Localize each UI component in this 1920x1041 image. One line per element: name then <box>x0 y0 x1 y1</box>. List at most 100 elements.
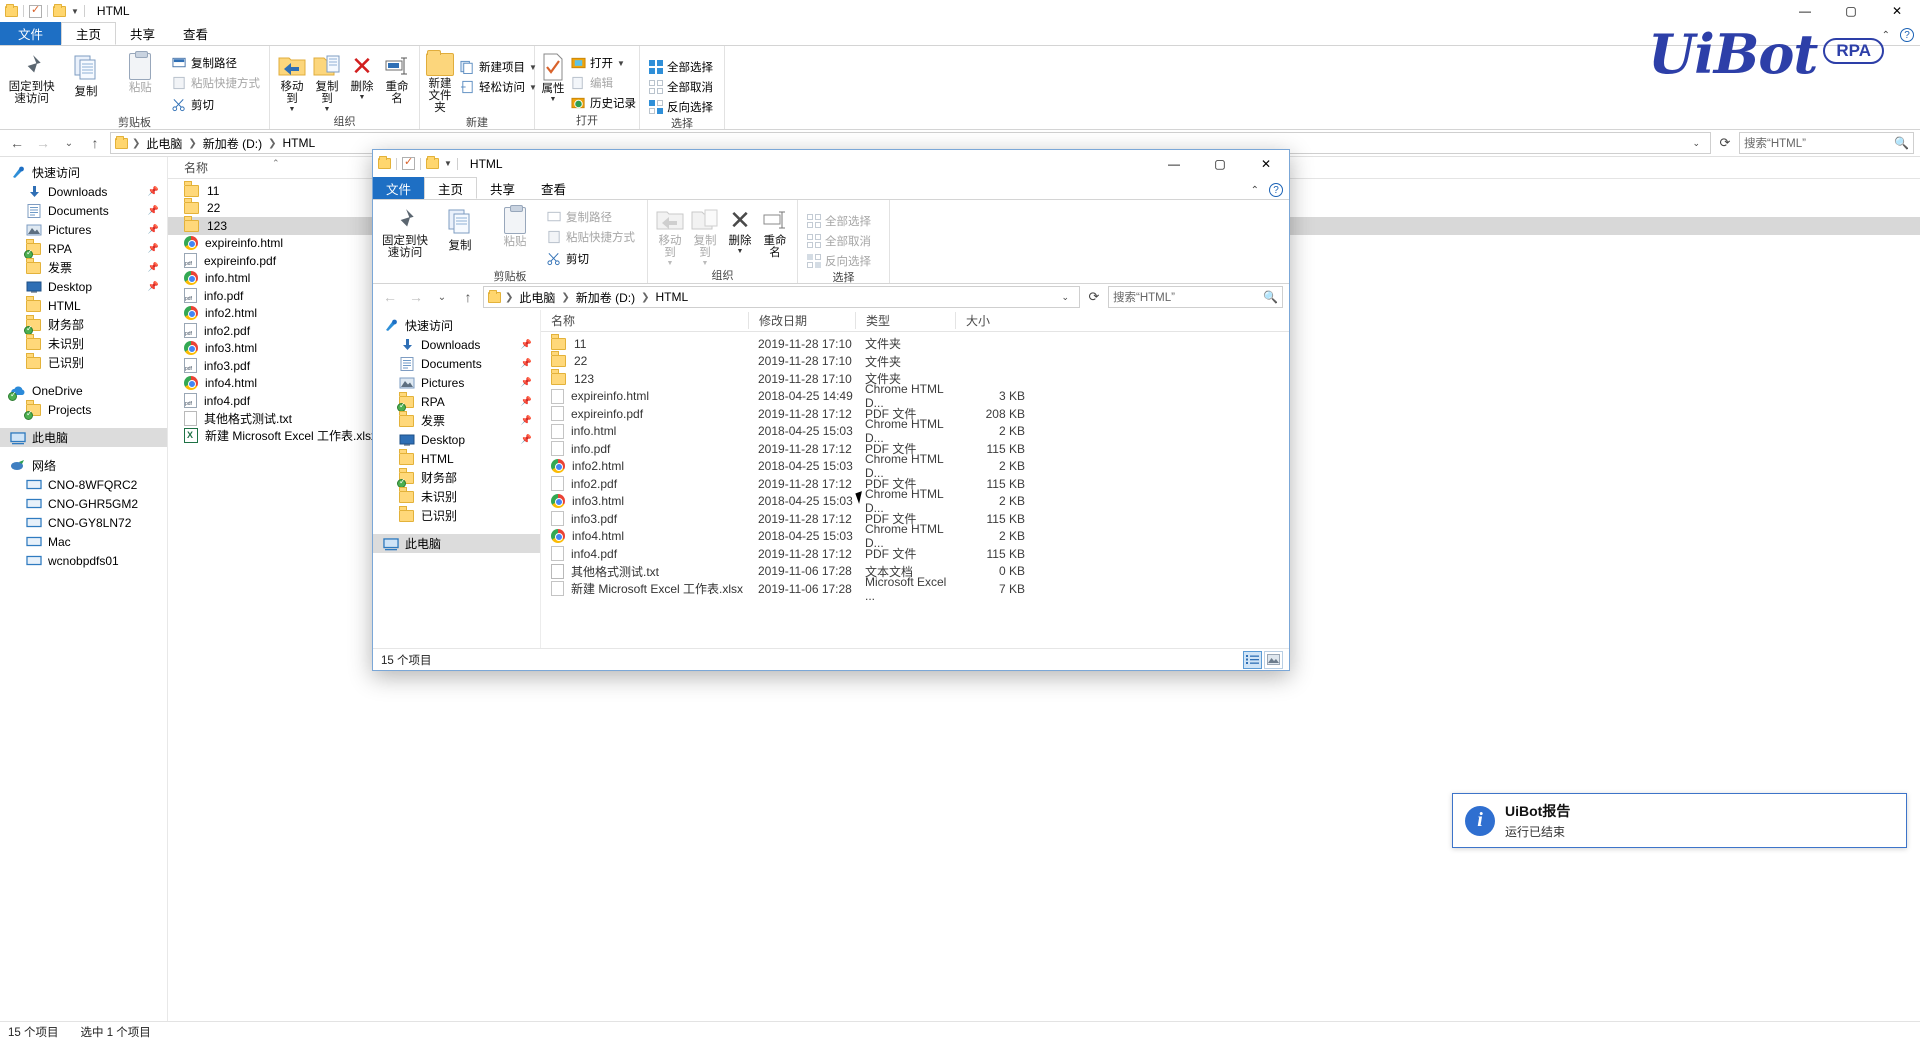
chevron-down-icon[interactable]: ▼ <box>550 96 557 103</box>
inner-tab-view[interactable]: 查看 <box>528 177 579 199</box>
chevron-down-icon[interactable]: ▼ <box>289 106 296 113</box>
pin-icon[interactable]: 📌 <box>148 262 159 273</box>
sidebar-item-mac[interactable]: Mac <box>0 532 167 551</box>
check-document-icon[interactable] <box>402 155 415 170</box>
table-row[interactable]: expireinfo.html 2018-04-25 14:49 Chrome HT… <box>541 382 1289 410</box>
chevron-down-icon[interactable]: ▼ <box>737 248 744 255</box>
table-row[interactable]: info3.html 2018-04-25 15:03 Chrome HTML D.… <box>541 487 1289 515</box>
inner-copy-to-button[interactable]: 复制到 ▼ <box>689 203 721 267</box>
sidebar-item-[interactable]: 已识别 <box>0 353 167 372</box>
inner-refresh-icon[interactable]: ⟳ <box>1084 286 1104 308</box>
inner-sidebar-item-pictures[interactable]: Pictures 📌 <box>373 373 540 392</box>
chevron-down-icon[interactable]: ▼ <box>324 106 331 113</box>
folder-icon[interactable] <box>53 3 66 17</box>
folder-icon[interactable] <box>5 3 18 17</box>
new-item-button[interactable]: 新建项目 ▼ <box>457 58 540 76</box>
inner-copy-path-button[interactable]: 复制路径 <box>544 208 638 226</box>
pin-icon[interactable]: 📌 <box>148 281 159 292</box>
pin-icon[interactable]: 📌 <box>521 415 532 426</box>
copy-path-button[interactable]: 复制路径 <box>169 54 263 72</box>
sidebar-item-[interactable]: 网络 <box>0 456 167 475</box>
inner-sidebar-item-desktop[interactable]: Desktop 📌 <box>373 430 540 449</box>
inner-column-header-date[interactable]: 修改日期 <box>748 312 855 329</box>
pin-icon[interactable]: 📌 <box>521 377 532 388</box>
table-row[interactable]: 新建 Microsoft Excel 工作表.xlsx 2019-11-06 17… <box>541 575 1289 603</box>
inner-copy-button[interactable]: 复制 <box>434 203 486 252</box>
folder-icon[interactable] <box>378 156 391 169</box>
sidebar-item-cno-8wfqrc2[interactable]: CNO-8WFQRC2 <box>0 475 167 494</box>
tab-file[interactable]: 文件 <box>0 22 62 45</box>
table-row[interactable]: info.html 2018-04-25 15:03 Chrome HTML D..… <box>541 417 1289 445</box>
inner-up-button[interactable]: ↑ <box>457 286 479 308</box>
inner-sidebar-item-[interactable]: 财务部 <box>373 468 540 488</box>
check-document-icon[interactable] <box>29 3 42 18</box>
chevron-down-icon[interactable]: ▼ <box>702 260 709 267</box>
back-button[interactable]: ← <box>6 132 28 154</box>
column-header-name[interactable]: 名称 <box>168 159 208 176</box>
select-all-button[interactable]: 全部选择 <box>646 58 716 76</box>
edit-button[interactable]: 编辑 <box>568 74 639 92</box>
tab-view[interactable]: 查看 <box>169 22 222 45</box>
inner-sidebar-item-html[interactable]: HTML <box>373 449 540 468</box>
inner-breadcrumb[interactable]: ❯ 此电脑 ❯ 新加卷 (D:) ❯ HTML ⌄ <box>483 286 1080 308</box>
paste-button[interactable]: 粘贴 <box>115 49 166 94</box>
sidebar-item-wcnobpdfs01[interactable]: wcnobpdfs01 <box>0 551 167 570</box>
sidebar-item-downloads[interactable]: Downloads 📌 <box>0 182 167 201</box>
inner-maximize-button[interactable]: ▢ <box>1197 150 1243 177</box>
inner-tab-file[interactable]: 文件 <box>373 177 425 199</box>
help-icon[interactable]: ? <box>1900 28 1914 42</box>
inner-sidebar-item-[interactable]: 已识别 <box>373 506 540 525</box>
sidebar-item-pictures[interactable]: Pictures 📌 <box>0 220 167 239</box>
open-button[interactable]: 打开 ▼ <box>568 54 639 72</box>
inner-paste-shortcut-button[interactable]: 粘贴快捷方式 <box>544 228 638 246</box>
tab-home[interactable]: 主页 <box>61 22 117 45</box>
table-row[interactable]: 22 2019-11-28 17:10 文件夹 <box>541 353 1289 371</box>
inner-pin-to-quick-access-button[interactable]: 固定到快 速访问 <box>379 203 431 259</box>
chevron-down-icon[interactable]: ⌄ <box>1061 292 1075 303</box>
refresh-icon[interactable]: ⟳ <box>1715 132 1735 154</box>
cut-button[interactable]: 剪切 <box>169 96 263 114</box>
invert-selection-button[interactable]: 反向选择 <box>646 98 716 116</box>
inner-column-header-size[interactable]: 大小 <box>955 312 1035 329</box>
copy-button[interactable]: 复制 <box>60 49 111 98</box>
pin-icon[interactable]: 📌 <box>148 205 159 216</box>
select-none-button[interactable]: 全部取消 <box>646 78 716 96</box>
tab-share[interactable]: 共享 <box>116 22 169 45</box>
new-folder-button[interactable]: 新建 文件夹 <box>426 49 454 114</box>
inner-invert-selection-button[interactable]: 反向选择 <box>804 252 874 270</box>
sidebar-item-[interactable]: 发票 📌 <box>0 258 167 277</box>
sidebar-item-cno-ghr5gm2[interactable]: CNO-GHR5GM2 <box>0 494 167 513</box>
chevron-down-icon[interactable]: ▼ <box>444 159 452 168</box>
table-row[interactable]: 11 2019-11-28 17:10 文件夹 <box>541 335 1289 353</box>
folder-icon[interactable] <box>426 156 439 169</box>
inner-select-all-button[interactable]: 全部选择 <box>804 212 874 230</box>
sidebar-item-[interactable]: 快速访问 <box>0 163 167 182</box>
close-button[interactable]: ✕ <box>1874 0 1920 22</box>
chevron-down-icon[interactable]: ⌄ <box>1692 138 1706 149</box>
pin-icon[interactable]: 📌 <box>148 243 159 254</box>
inner-tab-share[interactable]: 共享 <box>477 177 528 199</box>
inner-column-header-type[interactable]: 类型 <box>855 312 955 329</box>
inner-collapse-ribbon-icon[interactable]: ⌃ <box>1251 185 1259 196</box>
forward-button[interactable]: → <box>32 132 54 154</box>
inner-cut-button[interactable]: 剪切 <box>544 250 638 268</box>
table-row[interactable]: info4.html 2018-04-25 15:03 Chrome HTML D.… <box>541 522 1289 550</box>
inner-paste-button[interactable]: 粘贴 <box>489 203 541 248</box>
table-row[interactable]: info2.html 2018-04-25 15:03 Chrome HTML D.… <box>541 452 1289 480</box>
chevron-down-icon[interactable]: ▼ <box>71 7 79 16</box>
pin-icon[interactable]: 📌 <box>521 396 532 407</box>
inner-forward-button[interactable]: → <box>405 286 427 308</box>
sidebar-item-html[interactable]: HTML <box>0 296 167 315</box>
sidebar-item-cno-gy8ln72[interactable]: CNO-GY8LN72 <box>0 513 167 532</box>
breadcrumb-item-folder[interactable]: HTML <box>281 136 318 150</box>
inner-select-none-button[interactable]: 全部取消 <box>804 232 874 250</box>
inner-sidebar-item-[interactable]: 发票 📌 <box>373 411 540 430</box>
inner-sidebar-item-[interactable]: 未识别 <box>373 487 540 506</box>
sidebar-item-desktop[interactable]: Desktop 📌 <box>0 277 167 296</box>
minimize-button[interactable]: — <box>1782 0 1828 22</box>
pin-icon[interactable]: 📌 <box>148 224 159 235</box>
paste-shortcut-button[interactable]: 粘贴快捷方式 <box>169 74 263 92</box>
sidebar-item-onedrive[interactable]: OneDrive <box>0 381 167 401</box>
inner-breadcrumb-item-this-pc[interactable]: 此电脑 <box>517 289 557 306</box>
up-button[interactable]: ↑ <box>84 132 106 154</box>
